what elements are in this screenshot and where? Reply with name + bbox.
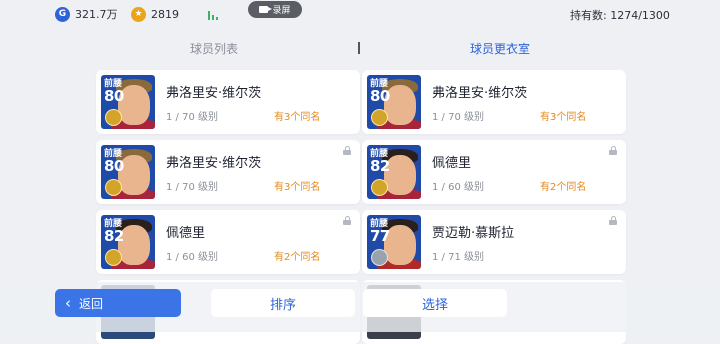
coin-amount: 2819 xyxy=(151,7,179,21)
player-name: 弗洛里安·维尔茨 xyxy=(166,156,262,171)
player-level: 1 / 70 级别 xyxy=(166,182,218,193)
player-thumbnail: 前腰 80 xyxy=(101,75,155,129)
player-name: 贾迈勒·慕斯拉 xyxy=(432,226,515,241)
player-card[interactable]: 前腰 80 弗洛里安·维尔茨 1 / 70 级别 有3个同名 xyxy=(96,140,360,204)
back-button[interactable]: ‹ 返回 xyxy=(55,289,181,317)
player-thumbnail: 前腰 82 xyxy=(101,215,155,269)
card-tier-icon xyxy=(371,109,388,126)
coin-icon: ★ xyxy=(131,6,146,22)
gp-currency: G 321.7万 xyxy=(55,5,118,23)
player-card[interactable]: 前腰 80 弗洛里安·维尔茨 1 / 70 级别 有3个同名 xyxy=(362,70,626,134)
player-card[interactable]: 前腰 82 佩德里 1 / 60 级别 有2个同名 xyxy=(362,140,626,204)
duplicate-count: 有3个同名 xyxy=(274,112,321,123)
player-name: 弗洛里安·维尔茨 xyxy=(166,86,262,101)
gp-coin-icon: G xyxy=(55,6,70,22)
rating-value: 82 xyxy=(370,157,390,175)
player-card[interactable]: 前腰 77 贾迈勒·慕斯拉 1 / 71 级别 xyxy=(362,210,626,274)
camera-icon xyxy=(259,6,273,13)
player-name: 弗洛里安·维尔茨 xyxy=(432,86,528,101)
duplicate-count: 有2个同名 xyxy=(540,182,587,193)
player-level: 1 / 71 级别 xyxy=(432,252,484,263)
player-name: 佩德里 xyxy=(432,156,472,171)
player-thumbnail: 前腰 80 xyxy=(101,145,155,199)
rating-value: 80 xyxy=(104,157,124,175)
card-tier-icon xyxy=(371,249,388,266)
duplicate-count: 有3个同名 xyxy=(274,182,321,193)
lock-icon xyxy=(609,146,617,155)
duplicate-count: 有3个同名 xyxy=(540,112,587,123)
tab-divider xyxy=(358,42,360,54)
player-card[interactable]: 前腰 82 佩德里 1 / 60 级别 有2个同名 xyxy=(96,210,360,274)
coin-currency: ★ 2819 xyxy=(131,5,179,23)
card-tier-icon xyxy=(105,179,122,196)
rating-value: 77 xyxy=(370,227,390,245)
gp-amount: 321.7万 xyxy=(75,8,118,21)
player-card[interactable]: 前腰 80 弗洛里安·维尔茨 1 / 70 级别 有3个同名 xyxy=(96,70,360,134)
card-tier-icon xyxy=(105,249,122,266)
lock-icon xyxy=(609,216,617,225)
player-level: 1 / 70 级别 xyxy=(166,112,218,123)
player-level: 1 / 70 级别 xyxy=(432,112,484,123)
lock-icon xyxy=(343,146,351,155)
tab-player-list[interactable]: 球员列表 xyxy=(190,40,238,57)
player-name: 佩德里 xyxy=(166,226,206,241)
sort-button[interactable]: 排序 xyxy=(211,289,355,317)
card-tier-icon xyxy=(105,109,122,126)
player-thumbnail: 前腰 80 xyxy=(367,75,421,129)
back-label: 返回 xyxy=(79,296,104,311)
rating-value: 82 xyxy=(104,227,124,245)
rating-value: 80 xyxy=(370,87,390,105)
holding-count: 持有数: 1274/1300 xyxy=(570,9,670,22)
rating-value: 80 xyxy=(104,87,124,105)
status-bar: G 321.7万 ★ 2819 录屏 持有数: 1274/1300 xyxy=(0,0,720,28)
select-button[interactable]: 选择 xyxy=(363,289,507,317)
signal-icon xyxy=(208,9,220,20)
player-level: 1 / 60 级别 xyxy=(166,252,218,263)
player-level: 1 / 60 级别 xyxy=(432,182,484,193)
record-screen-button[interactable]: 录屏 xyxy=(248,1,302,18)
chevron-left-icon: ‹ xyxy=(65,294,71,312)
player-thumbnail: 前腰 77 xyxy=(367,215,421,269)
tab-locker-room[interactable]: 球员更衣室 xyxy=(470,40,530,57)
player-thumbnail: 前腰 82 xyxy=(367,145,421,199)
card-tier-icon xyxy=(371,179,388,196)
lock-icon xyxy=(343,216,351,225)
record-label: 录屏 xyxy=(272,6,291,16)
duplicate-count: 有2个同名 xyxy=(274,252,321,263)
